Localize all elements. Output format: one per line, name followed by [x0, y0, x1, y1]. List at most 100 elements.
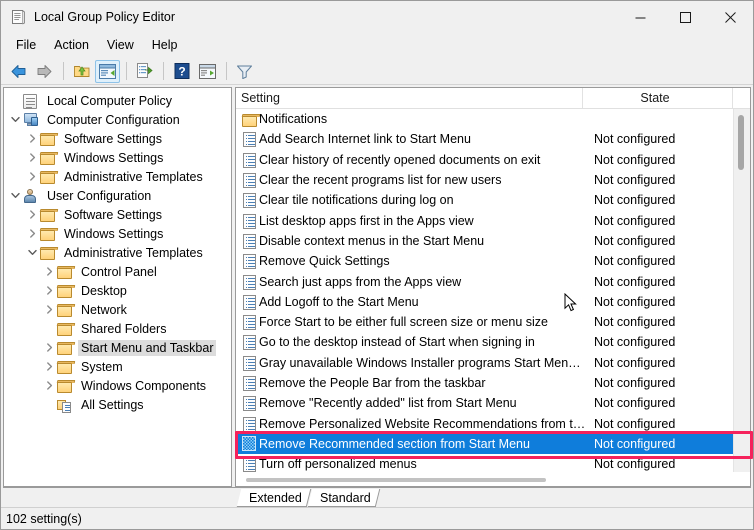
- table-row[interactable]: Search just apps from the Apps view Not c…: [236, 271, 733, 291]
- row-icon: [239, 355, 259, 371]
- tree-item[interactable]: Software Settings: [4, 205, 231, 224]
- chevron-right-icon[interactable]: [42, 262, 57, 281]
- chevron-right-icon[interactable]: [25, 129, 40, 148]
- tree-item-label: Control Panel: [81, 264, 157, 279]
- tree-item[interactable]: Start Menu and Taskbar: [4, 338, 231, 357]
- tree-item[interactable]: Administrative Templates: [4, 167, 231, 186]
- table-row[interactable]: List desktop apps first in the Apps view…: [236, 210, 733, 230]
- folder-icon: [39, 170, 59, 184]
- back-icon[interactable]: [6, 60, 31, 83]
- setting-state: Not configured: [594, 335, 676, 350]
- table-row[interactable]: Go to the desktop instead of Start when …: [236, 332, 733, 352]
- close-button[interactable]: [708, 1, 753, 33]
- toolbar-separator: [226, 62, 227, 80]
- table-row[interactable]: Notifications: [236, 109, 733, 129]
- row-icon: [239, 274, 259, 290]
- menu-view[interactable]: View: [98, 35, 143, 56]
- show-hide-console-tree-icon[interactable]: [95, 59, 120, 83]
- settings-list-pane[interactable]: Setting State Notifications Add Search In…: [235, 87, 751, 487]
- setting-name: Clear the recent programs list for new u…: [259, 173, 502, 188]
- filter-icon[interactable]: [232, 60, 257, 83]
- setting-state: Not configured: [594, 436, 676, 451]
- chevron-right-icon[interactable]: [25, 205, 40, 224]
- setting-name: Notifications: [259, 112, 328, 127]
- chevron-right-icon[interactable]: [42, 281, 57, 300]
- hscrollbar-thumb[interactable]: [246, 477, 546, 482]
- policy-scroll-icon: [23, 93, 37, 109]
- folder-icon: [39, 227, 59, 241]
- column-header-state[interactable]: State: [583, 88, 733, 108]
- table-row[interactable]: Force Start to be either full screen siz…: [236, 312, 733, 332]
- chevron-right-icon[interactable]: [25, 167, 40, 186]
- tab-standard[interactable]: Standard: [307, 489, 380, 507]
- up-one-level-icon[interactable]: [69, 60, 94, 83]
- tree-item[interactable]: Shared Folders: [4, 319, 231, 338]
- table-row[interactable]: Clear the recent programs list for new u…: [236, 170, 733, 190]
- tree-item[interactable]: Control Panel: [4, 262, 231, 281]
- policy-selected-icon: [242, 436, 256, 452]
- tree-item-icon: [39, 226, 59, 242]
- chevron-right-icon[interactable]: [42, 300, 57, 319]
- table-row[interactable]: Remove Quick Settings Not configured: [236, 251, 733, 271]
- help-icon[interactable]: ?: [169, 60, 194, 83]
- table-row[interactable]: Turn off personalized menus Not configure…: [236, 454, 733, 472]
- chevron-down-icon[interactable]: [8, 110, 23, 129]
- forward-icon[interactable]: [32, 60, 57, 83]
- policy-icon: [243, 376, 256, 391]
- tree-item[interactable]: Desktop: [4, 281, 231, 300]
- row-icon: [239, 395, 259, 412]
- tree-item[interactable]: All Settings: [4, 395, 231, 414]
- list-vertical-scrollbar[interactable]: [733, 109, 750, 472]
- table-row[interactable]: Gray unavailable Windows Installer progr…: [236, 353, 733, 373]
- tree-item[interactable]: System: [4, 357, 231, 376]
- policy-icon: [243, 132, 256, 148]
- tree-item[interactable]: Network: [4, 300, 231, 319]
- setting-name: Add Logoff to the Start Menu: [259, 294, 419, 309]
- tree-item[interactable]: Software Settings: [4, 129, 231, 148]
- list-horizontal-scrollbar[interactable]: [236, 472, 750, 486]
- tree-item-label: Local Computer Policy: [47, 93, 173, 108]
- chevron-right-icon[interactable]: [42, 376, 57, 395]
- setting-name: Remove the People Bar from the taskbar: [259, 376, 486, 390]
- export-list-icon[interactable]: [132, 60, 157, 83]
- tree-item[interactable]: Windows Components: [4, 376, 231, 395]
- chevron-down-icon[interactable]: [25, 243, 40, 262]
- table-row[interactable]: Remove "Recently added" list from Start …: [236, 393, 733, 413]
- scrollbar-thumb[interactable]: [738, 115, 744, 170]
- menu-help[interactable]: Help: [143, 35, 187, 56]
- row-icon: [239, 436, 259, 452]
- tab-extended[interactable]: Extended: [236, 489, 312, 507]
- table-row[interactable]: Add Logoff to the Start Menu Not configur…: [236, 292, 733, 312]
- tree-item[interactable]: Windows Settings: [4, 224, 231, 243]
- table-row[interactable]: Remove Personalized Website Recommendati…: [236, 413, 733, 433]
- table-row[interactable]: Clear tile notifications during log on No…: [236, 190, 733, 210]
- column-header-setting[interactable]: Setting: [236, 88, 583, 108]
- table-row[interactable]: Clear history of recently opened documen…: [236, 150, 733, 170]
- folder-icon: [56, 341, 76, 355]
- setting-state: Not configured: [594, 416, 676, 431]
- main-content: Local Computer Policy Computer Configurat…: [1, 85, 753, 487]
- table-row[interactable]: Add Search Internet link to Start Menu No…: [236, 129, 733, 149]
- settings-rows: Notifications Add Search Internet link to…: [236, 109, 733, 472]
- minimize-button[interactable]: [618, 1, 663, 33]
- chevron-right-icon[interactable]: [25, 224, 40, 243]
- tree-item[interactable]: User Configuration: [4, 186, 231, 205]
- maximize-button[interactable]: [663, 1, 708, 33]
- menu-action[interactable]: Action: [45, 35, 98, 56]
- show-hide-action-pane-icon[interactable]: [195, 60, 220, 83]
- tree-item[interactable]: Administrative Templates: [4, 243, 231, 262]
- console-tree-pane[interactable]: Local Computer Policy Computer Configurat…: [3, 87, 232, 487]
- tree-item[interactable]: Computer Configuration: [4, 110, 231, 129]
- chevron-right-icon[interactable]: [42, 357, 57, 376]
- table-row-selected[interactable]: Remove Recommended section from Start Me…: [236, 433, 733, 455]
- table-row[interactable]: Remove the People Bar from the taskbar No…: [236, 373, 733, 393]
- chevron-down-icon[interactable]: [8, 186, 23, 205]
- chevron-right-icon[interactable]: [42, 338, 57, 357]
- tree-item[interactable]: Local Computer Policy: [4, 91, 231, 110]
- tree-chevron-placeholder: [42, 319, 57, 338]
- tree-item[interactable]: Windows Settings: [4, 148, 231, 167]
- menu-file[interactable]: File: [7, 35, 45, 56]
- row-icon: [239, 334, 259, 351]
- chevron-right-icon[interactable]: [25, 148, 40, 167]
- table-row[interactable]: Disable context menus in the Start Menu N…: [236, 231, 733, 251]
